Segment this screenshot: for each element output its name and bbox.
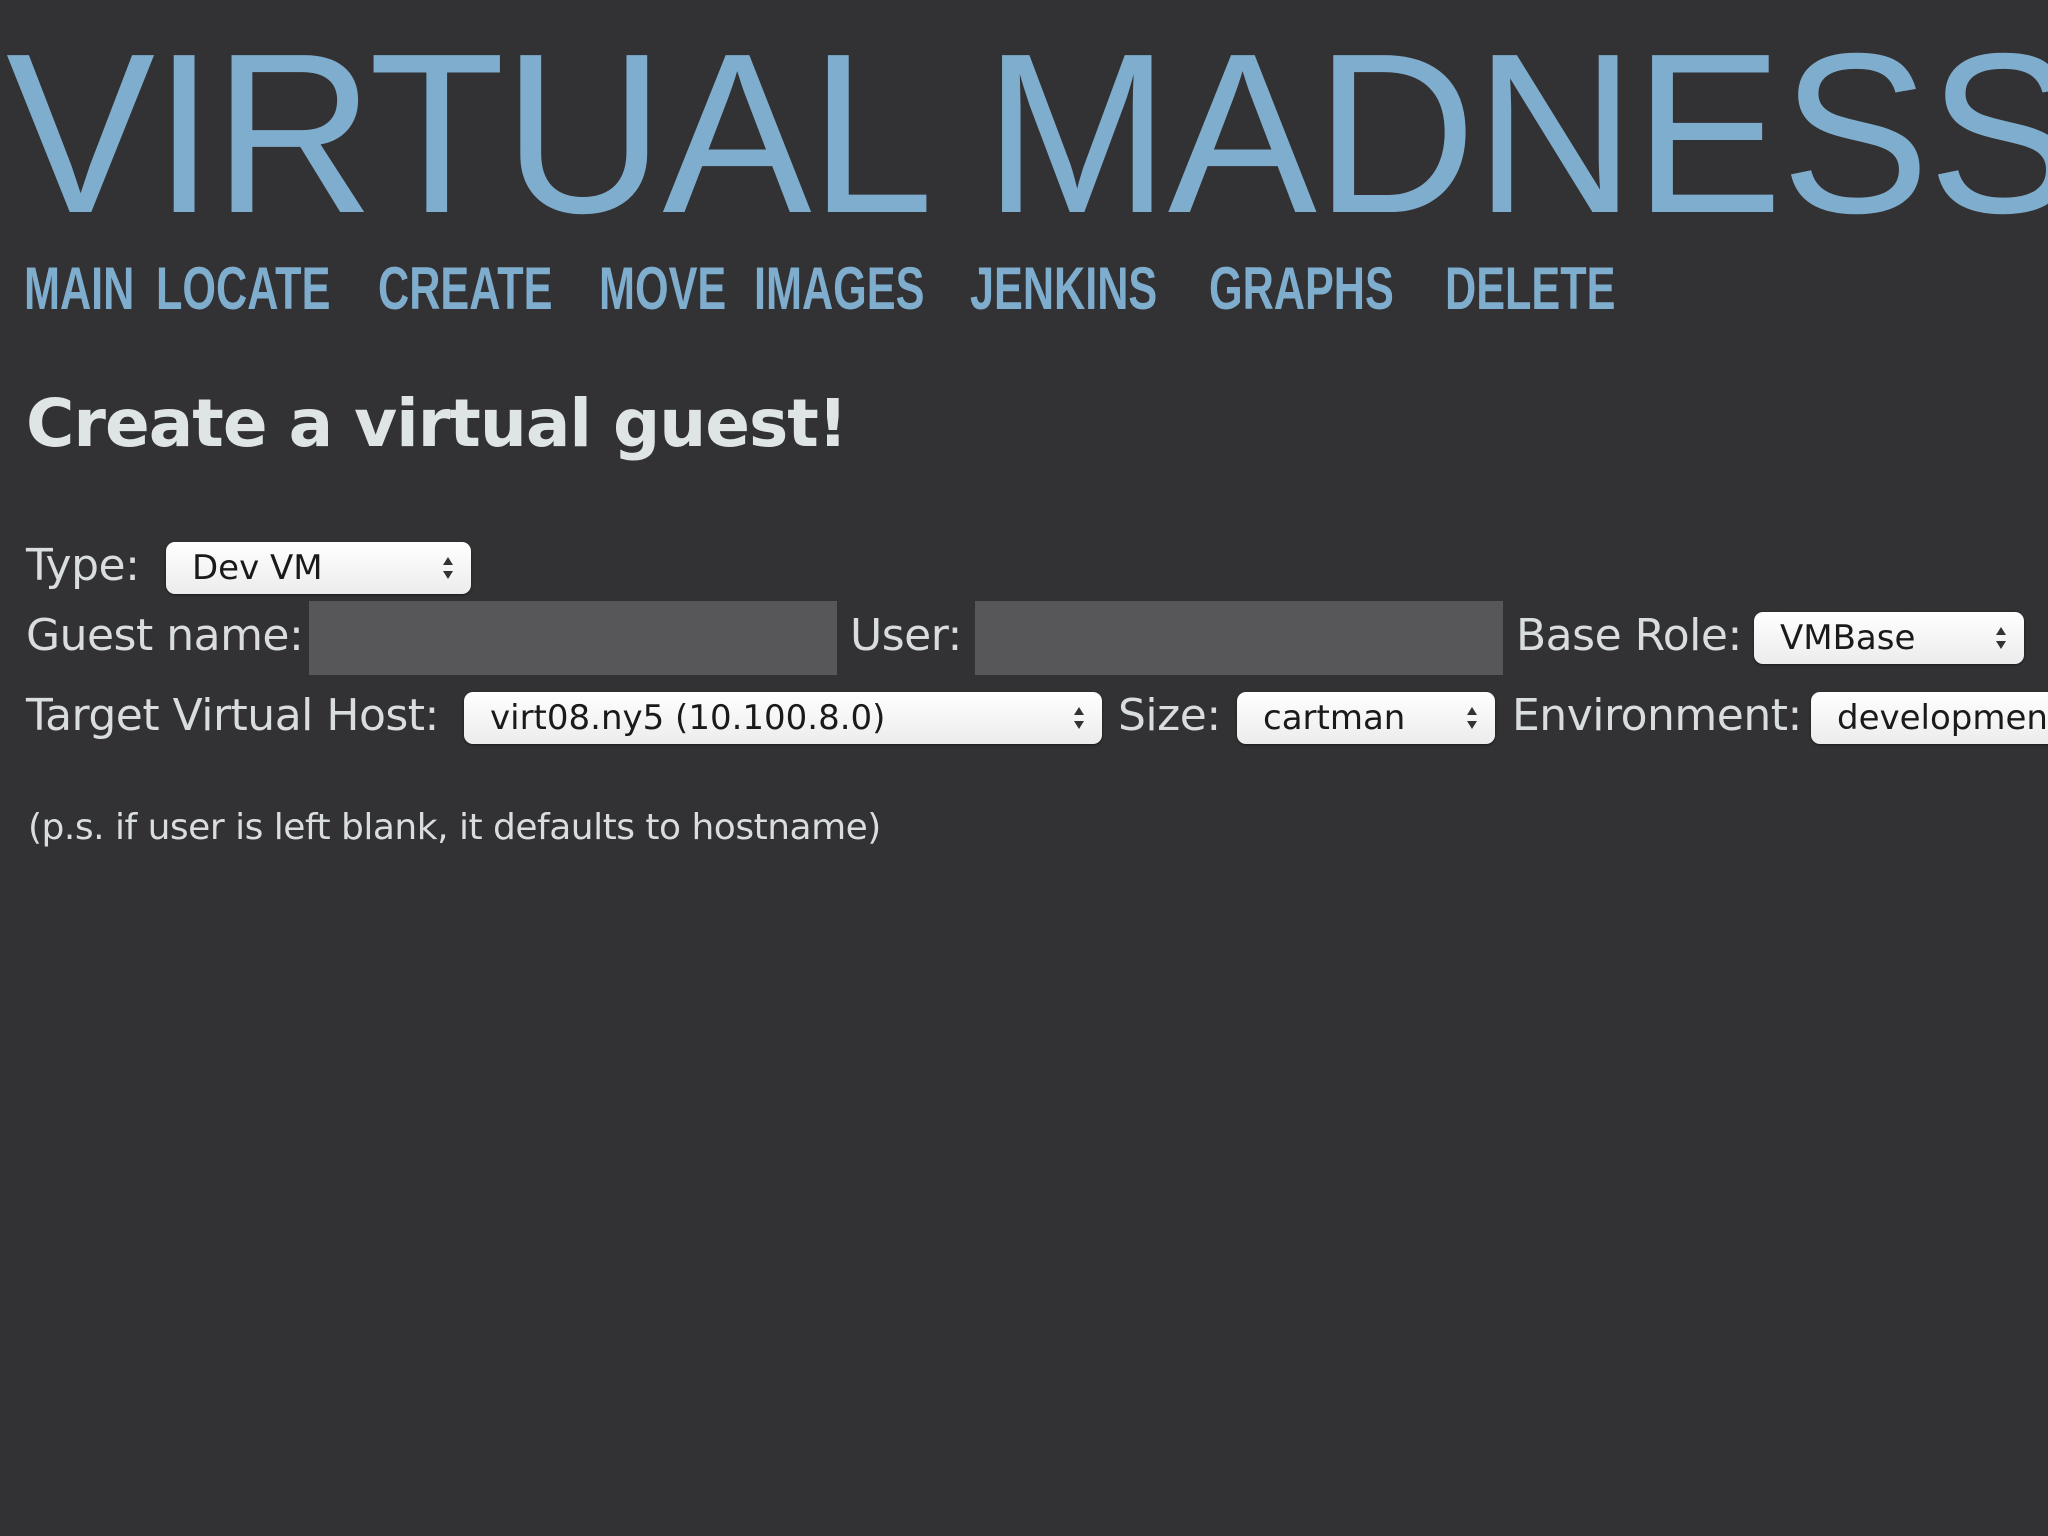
nav-item-locate[interactable]: LOCATE <box>156 254 330 324</box>
nav-item-graphs[interactable]: GRAPHS <box>1209 254 1394 324</box>
environment-select-value: development <box>1837 698 2048 738</box>
environment-select[interactable]: development <box>1811 692 2048 744</box>
nav-item-move[interactable]: MOVE <box>599 254 726 324</box>
type-label: Type: <box>26 540 140 591</box>
up-down-arrows-icon <box>1996 627 2006 649</box>
base-role-select-value: VMBase <box>1780 618 1916 658</box>
guest-name-input[interactable] <box>309 601 837 675</box>
target-host-select-value: virt08.ny5 (10.100.8.0) <box>490 698 886 738</box>
nav-item-images[interactable]: IMAGES <box>754 254 924 324</box>
up-down-arrows-icon <box>443 557 453 579</box>
nav-item-create[interactable]: CREATE <box>378 254 552 324</box>
target-host-label: Target Virtual Host: <box>26 690 439 741</box>
site-title: VIRTUAL MADNESS <box>6 7 2048 261</box>
up-down-arrows-icon <box>1467 707 1477 729</box>
page-heading: Create a virtual guest! <box>26 385 848 462</box>
user-input[interactable] <box>975 601 1503 675</box>
type-select[interactable]: Dev VM <box>166 542 471 594</box>
nav-item-jenkins[interactable]: JENKINS <box>970 254 1157 324</box>
environment-label: Environment: <box>1512 690 1802 741</box>
base-role-select[interactable]: VMBase <box>1754 612 2024 664</box>
target-host-select[interactable]: virt08.ny5 (10.100.8.0) <box>464 692 1102 744</box>
type-select-value: Dev VM <box>192 548 323 588</box>
size-select-value: cartman <box>1263 698 1406 738</box>
user-label: User: <box>850 610 962 661</box>
guest-name-label: Guest name: <box>26 610 304 661</box>
nav-item-main[interactable]: MAIN <box>24 254 134 324</box>
main-nav: MAIN LOCATE CREATE MOVE IMAGES JENKINS G… <box>24 254 1661 324</box>
base-role-label: Base Role: <box>1516 610 1742 661</box>
up-down-arrows-icon <box>1074 707 1084 729</box>
nav-item-delete[interactable]: DELETE <box>1445 254 1615 324</box>
size-select[interactable]: cartman <box>1237 692 1495 744</box>
user-default-note: (p.s. if user is left blank, it defaults… <box>28 807 881 848</box>
size-label: Size: <box>1118 690 1221 741</box>
